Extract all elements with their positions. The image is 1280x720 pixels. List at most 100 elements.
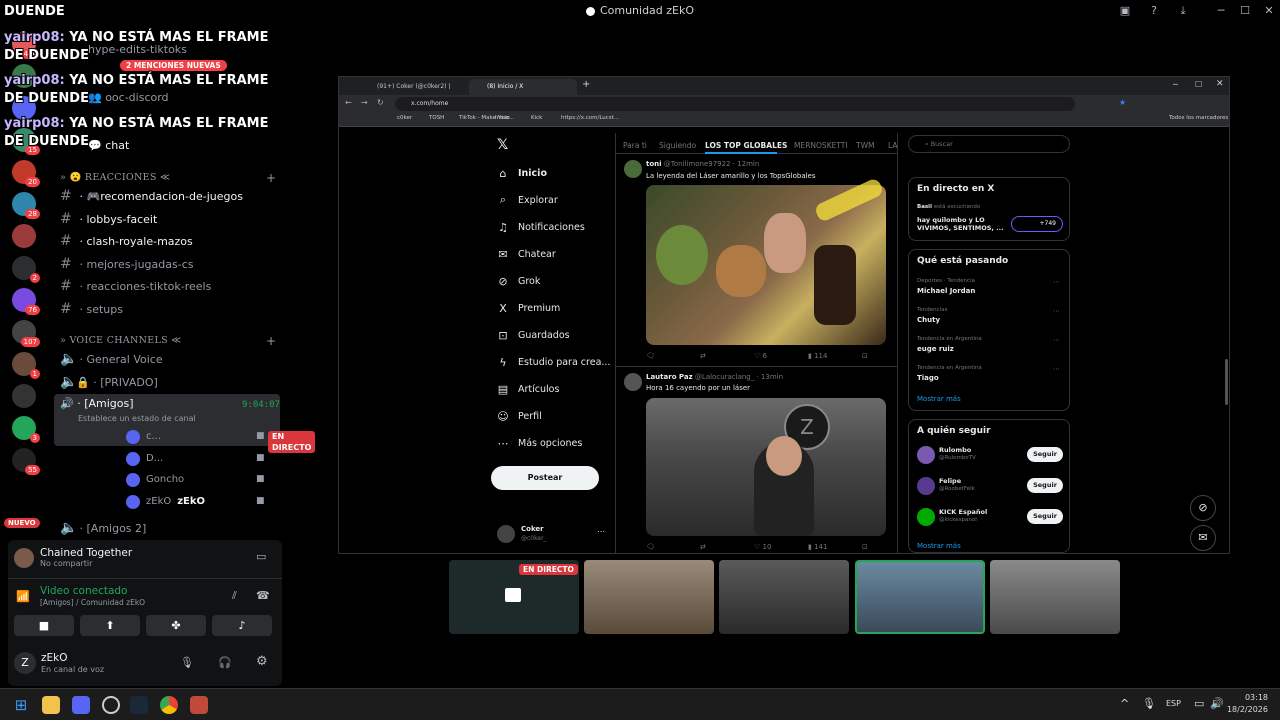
- server-icon[interactable]: 28: [12, 192, 40, 219]
- server-icon[interactable]: [12, 384, 36, 408]
- follow-button[interactable]: Seguir: [1027, 509, 1063, 524]
- channel-status[interactable]: Establece un estado de canal: [78, 414, 196, 423]
- gear-icon[interactable]: ⚙: [256, 654, 268, 669]
- dots-icon[interactable]: ⋯: [1053, 307, 1060, 315]
- x-timeline-tab[interactable]: LA: [888, 141, 897, 150]
- activities-button[interactable]: ✤: [146, 615, 206, 636]
- minimize-icon[interactable]: ─: [1214, 4, 1228, 18]
- grok-icon[interactable]: ⊘: [1190, 495, 1216, 521]
- follow-button[interactable]: Seguir: [1027, 478, 1063, 493]
- avatar[interactable]: [624, 160, 642, 178]
- channel-item[interactable]: # · setups: [60, 299, 280, 319]
- stream-thumb-2[interactable]: [584, 560, 714, 634]
- bookmark-item[interactable]: https://x.com/Lucst...: [561, 115, 619, 121]
- avatar[interactable]: Z: [14, 652, 36, 674]
- show-more-link[interactable]: Mostrar más: [917, 542, 961, 550]
- mail-icon[interactable]: ✉: [1190, 525, 1216, 551]
- category-reactions[interactable]: » 😮 REACCIONES ≪: [60, 172, 170, 183]
- bookmark-icon[interactable]: ⊡: [862, 543, 868, 551]
- voice-channel-amigos-2[interactable]: 🔈 · [Amigos 2]: [60, 518, 280, 538]
- screen-share-icon[interactable]: ▭: [256, 550, 266, 563]
- server-icon[interactable]: 3: [12, 416, 40, 443]
- stream-thumb-3[interactable]: [719, 560, 849, 634]
- tab-x[interactable]: (8) Inicio / X: [469, 79, 577, 95]
- chevron-up-icon[interactable]: ^: [1120, 697, 1129, 710]
- voice-channel-general[interactable]: 🔈 · General Voice: [60, 349, 280, 369]
- help-icon[interactable]: ?: [1147, 4, 1161, 18]
- mic-icon[interactable]: 🎙: [180, 656, 194, 669]
- voice-user[interactable]: Goncho: [126, 470, 184, 490]
- channel-item[interactable]: # · 🎮recomendacion-de-juegos: [60, 186, 280, 206]
- x-timeline-tab[interactable]: LOS TOP GLOBALES: [705, 141, 787, 150]
- retweet-icon[interactable]: ⇄: [700, 352, 706, 360]
- x-timeline-tab[interactable]: TWM: [856, 141, 874, 150]
- avatar[interactable]: [917, 508, 935, 526]
- network-icon[interactable]: ▭: [1194, 697, 1204, 710]
- avatar[interactable]: [917, 446, 935, 464]
- x-timeline-tab[interactable]: Siguiendo: [659, 141, 696, 150]
- app-icon[interactable]: [190, 696, 208, 714]
- trend-item[interactable]: euge ruiz: [917, 345, 954, 353]
- clock-date[interactable]: 18/2/2026: [1220, 705, 1268, 714]
- bookmark-item[interactable]: Kick: [531, 115, 542, 121]
- language-indicator[interactable]: ESP: [1166, 699, 1181, 708]
- trend-item[interactable]: Michael Jordan: [917, 287, 975, 295]
- obs-icon[interactable]: [102, 696, 120, 714]
- x-nav-item[interactable]: ☺ Perfil: [497, 408, 542, 424]
- avatar[interactable]: [917, 477, 935, 495]
- connection-sub[interactable]: [Amigos] / Comunidad zEkO: [40, 598, 145, 607]
- add-voice-channel-icon[interactable]: +: [266, 334, 276, 348]
- mic-icon[interactable]: 🎙: [1142, 697, 1156, 710]
- chrome-icon[interactable]: [160, 696, 178, 714]
- x-nav-item[interactable]: ϟ Estudio para crea...: [497, 354, 610, 370]
- soundboard-button[interactable]: ♪: [212, 615, 272, 636]
- tweet-image[interactable]: Z: [646, 398, 886, 536]
- tab-tiktok[interactable]: (91+) Coker (@c0ker2) | TikTok: [359, 79, 467, 106]
- server-icon[interactable]: 76: [12, 288, 40, 315]
- reply-icon[interactable]: 🗨: [646, 543, 655, 551]
- category-voice[interactable]: » VOICE CHANNELS ≪: [60, 335, 181, 346]
- folder-icon[interactable]: [42, 696, 60, 714]
- live-text[interactable]: hay quilombo y LO VIVIMOS, SENTIMOS, ...: [917, 216, 1005, 232]
- dots-icon[interactable]: ⋯: [597, 527, 605, 536]
- bookmark-icon[interactable]: ⊡: [862, 352, 868, 360]
- server-icon[interactable]: 20: [12, 160, 40, 187]
- live-host[interactable]: Basil está escuchando: [917, 204, 980, 210]
- noise-suppression-icon[interactable]: ⫽: [232, 589, 237, 603]
- channel-item[interactable]: # · reacciones-tiktok-reels: [60, 276, 280, 296]
- stream-thumb-1[interactable]: EN DIRECTO: [449, 560, 579, 634]
- show-more-link[interactable]: Mostrar más: [917, 395, 961, 403]
- voice-channel-amigos[interactable]: 🔊 · [Amigos] 9:04:07 Establece un estado…: [54, 394, 280, 446]
- x-timeline-tab[interactable]: MERNOSKETTI: [794, 141, 848, 150]
- maximize-icon[interactable]: ☐: [1238, 4, 1252, 18]
- channel-item[interactable]: # · clash-royale-mazos: [60, 231, 280, 251]
- minimize-icon[interactable]: ─: [1173, 80, 1178, 89]
- follow-name[interactable]: Rulombo: [939, 446, 971, 454]
- x-nav-item[interactable]: ▤ Artículos: [497, 381, 560, 397]
- headphones-icon[interactable]: 🎧: [218, 656, 232, 669]
- tweet-header[interactable]: toni @Tonilimone97922 · 12min: [646, 160, 759, 168]
- x-nav-item[interactable]: ⋯ Más opciones: [497, 435, 583, 451]
- server-icon[interactable]: [12, 224, 36, 248]
- channel-item[interactable]: # · mejores-jugadas-cs: [60, 254, 280, 274]
- views-icon[interactable]: ▮ 114: [808, 352, 827, 360]
- download-icon[interactable]: ⤓: [1176, 4, 1190, 18]
- avatar[interactable]: [497, 525, 515, 543]
- reply-icon[interactable]: 🗨: [646, 352, 655, 360]
- scrollbar[interactable]: [1225, 359, 1228, 405]
- bookmark-item[interactable]: Inicio: [495, 115, 510, 121]
- x-nav-item[interactable]: ⊘ Grok: [497, 273, 540, 289]
- voice-channel-privado[interactable]: 🔈🔒 · [PRIVADO]: [60, 372, 280, 392]
- discord-icon[interactable]: [72, 696, 90, 714]
- dots-icon[interactable]: ⋯: [1053, 278, 1060, 286]
- search-input[interactable]: ⌕ Buscar: [908, 135, 1070, 153]
- inbox-icon[interactable]: ▣: [1118, 4, 1132, 18]
- maximize-icon[interactable]: ☐: [1195, 80, 1202, 89]
- voice-user[interactable]: D...: [126, 449, 163, 469]
- camera-button[interactable]: ■: [14, 615, 74, 636]
- trend-item[interactable]: Tiago: [917, 374, 939, 382]
- screen-share-button[interactable]: ⬆: [80, 615, 140, 636]
- x-nav-item[interactable]: ⌕ Explorar: [497, 192, 558, 208]
- retweet-icon[interactable]: ⇄: [700, 543, 706, 551]
- steam-icon[interactable]: [130, 696, 148, 714]
